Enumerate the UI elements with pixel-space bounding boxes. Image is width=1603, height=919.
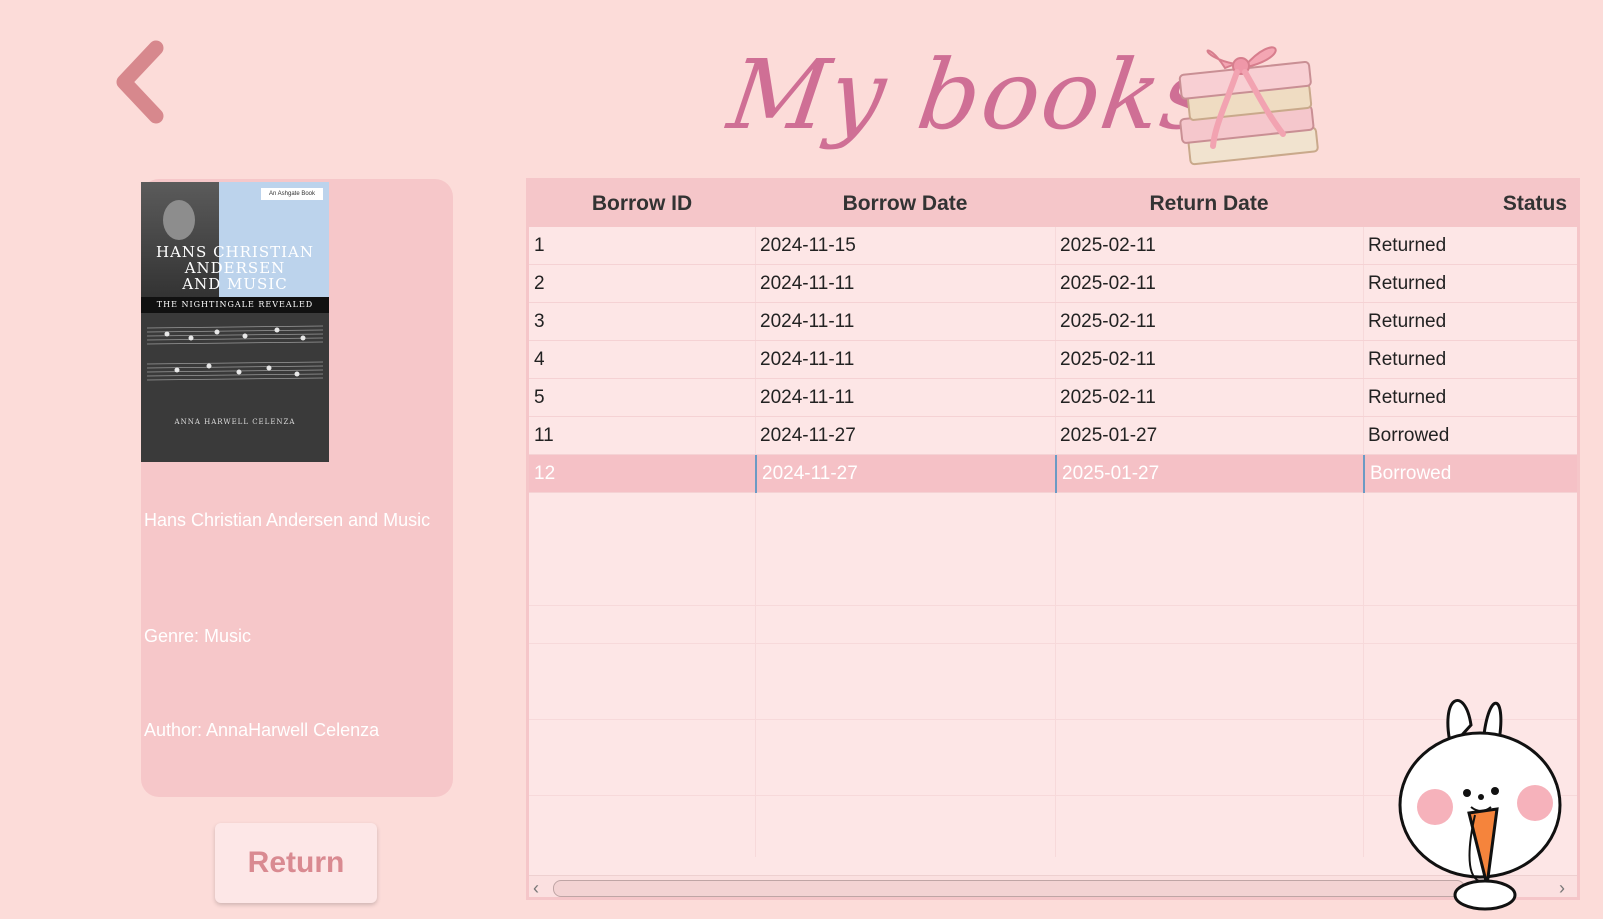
cell-borrow-id: 12 <box>534 463 556 484</box>
cell-status: Returned <box>1368 235 1447 256</box>
return-button[interactable]: Return <box>215 823 377 903</box>
book-cover: An Ashgate Book HANS CHRISTIAN ANDERSEN … <box>141 182 329 462</box>
book-title: Hans Christian Andersen and Music <box>144 510 431 530</box>
cell-status: Borrowed <box>1368 425 1450 446</box>
cover-publisher: An Ashgate Book <box>261 188 323 200</box>
table-row[interactable]: 3 2024-11-11 2025-02-11 Returned <box>529 303 1577 341</box>
cell-status: Borrowed <box>1363 455 1577 493</box>
table-row-selected[interactable]: 12 2024-11-27 2025-01-27 Borrowed <box>529 455 1577 493</box>
column-header-borrow-id[interactable]: Borrow ID <box>529 181 755 227</box>
cover-title: HANS CHRISTIAN ANDERSEN AND MUSIC <box>141 244 329 292</box>
column-header-borrow-date[interactable]: Borrow Date <box>755 181 1055 227</box>
cover-title-line: ANDERSEN <box>184 259 286 277</box>
cover-author: ANNA HARWELL CELENZA <box>174 418 296 426</box>
book-author: Author: AnnaHarwell Celenza <box>144 720 380 740</box>
cell-borrow-id: 11 <box>534 425 554 446</box>
stacked-books-bow-icon <box>1178 46 1319 166</box>
cell-borrow-date: 2024-11-27 <box>755 455 1055 493</box>
column-header-status[interactable]: Status <box>1363 181 1577 227</box>
cell-borrow-id: 2 <box>534 273 545 294</box>
cell-borrow-date: 2024-11-15 <box>760 235 856 256</box>
table-row[interactable]: 5 2024-11-11 2025-02-11 Returned <box>529 379 1577 417</box>
cell-status: Returned <box>1368 349 1447 370</box>
page-title: My books <box>722 39 1222 151</box>
back-button[interactable] <box>112 40 172 124</box>
cell-borrow-id: 5 <box>534 387 545 408</box>
table-row[interactable]: 1 2024-11-15 2025-02-11 Returned <box>529 227 1577 265</box>
cell-borrow-date: 2024-11-11 <box>760 311 855 332</box>
cell-return-date: 2025-02-11 <box>1060 311 1156 332</box>
cell-return-date: 2025-01-27 <box>1055 455 1363 493</box>
table-row[interactable]: 2 2024-11-11 2025-02-11 Returned <box>529 265 1577 303</box>
cell-borrow-id: 1 <box>534 235 545 256</box>
cell-borrow-date: 2024-11-11 <box>760 387 855 408</box>
cell-borrow-date: 2024-11-11 <box>760 273 855 294</box>
scrollbar-thumb[interactable] <box>553 880 1465 897</box>
scroll-left-arrow-icon[interactable]: ‹ <box>533 878 549 897</box>
cell-return-date: 2025-02-11 <box>1060 273 1156 294</box>
table-row[interactable]: 4 2024-11-11 2025-02-11 Returned <box>529 341 1577 379</box>
cell-status: Returned <box>1368 273 1447 294</box>
book-genre: Genre: Music <box>144 626 252 646</box>
cell-return-date: 2025-02-11 <box>1060 349 1156 370</box>
cell-borrow-date: 2024-11-27 <box>760 425 856 446</box>
cell-status: Returned <box>1368 387 1447 408</box>
cell-return-date: 2025-02-11 <box>1060 387 1156 408</box>
cell-borrow-date: 2024-11-11 <box>760 349 855 370</box>
table-header: Borrow ID Borrow Date Return Date Status <box>529 181 1577 227</box>
cover-subtitle: THE NIGHTINGALE REVEALED <box>141 297 329 313</box>
cover-title-line: HANS CHRISTIAN <box>155 243 315 261</box>
cover-title-line: AND MUSIC <box>182 275 288 293</box>
cell-return-date: 2025-02-11 <box>1060 235 1156 256</box>
table-row[interactable]: 11 2024-11-27 2025-01-27 Borrowed <box>529 417 1577 455</box>
chevron-left-icon <box>116 40 164 124</box>
cell-return-date: 2025-01-27 <box>1060 425 1158 446</box>
bunny-carrot-icon <box>1398 699 1562 911</box>
sheet-music-image <box>147 325 323 381</box>
cell-borrow-id: 4 <box>534 349 545 370</box>
column-header-return-date[interactable]: Return Date <box>1055 181 1363 227</box>
cell-borrow-id: 3 <box>534 311 545 332</box>
cell-status: Returned <box>1368 311 1447 332</box>
book-detail-panel: An Ashgate Book HANS CHRISTIAN ANDERSEN … <box>141 179 453 797</box>
